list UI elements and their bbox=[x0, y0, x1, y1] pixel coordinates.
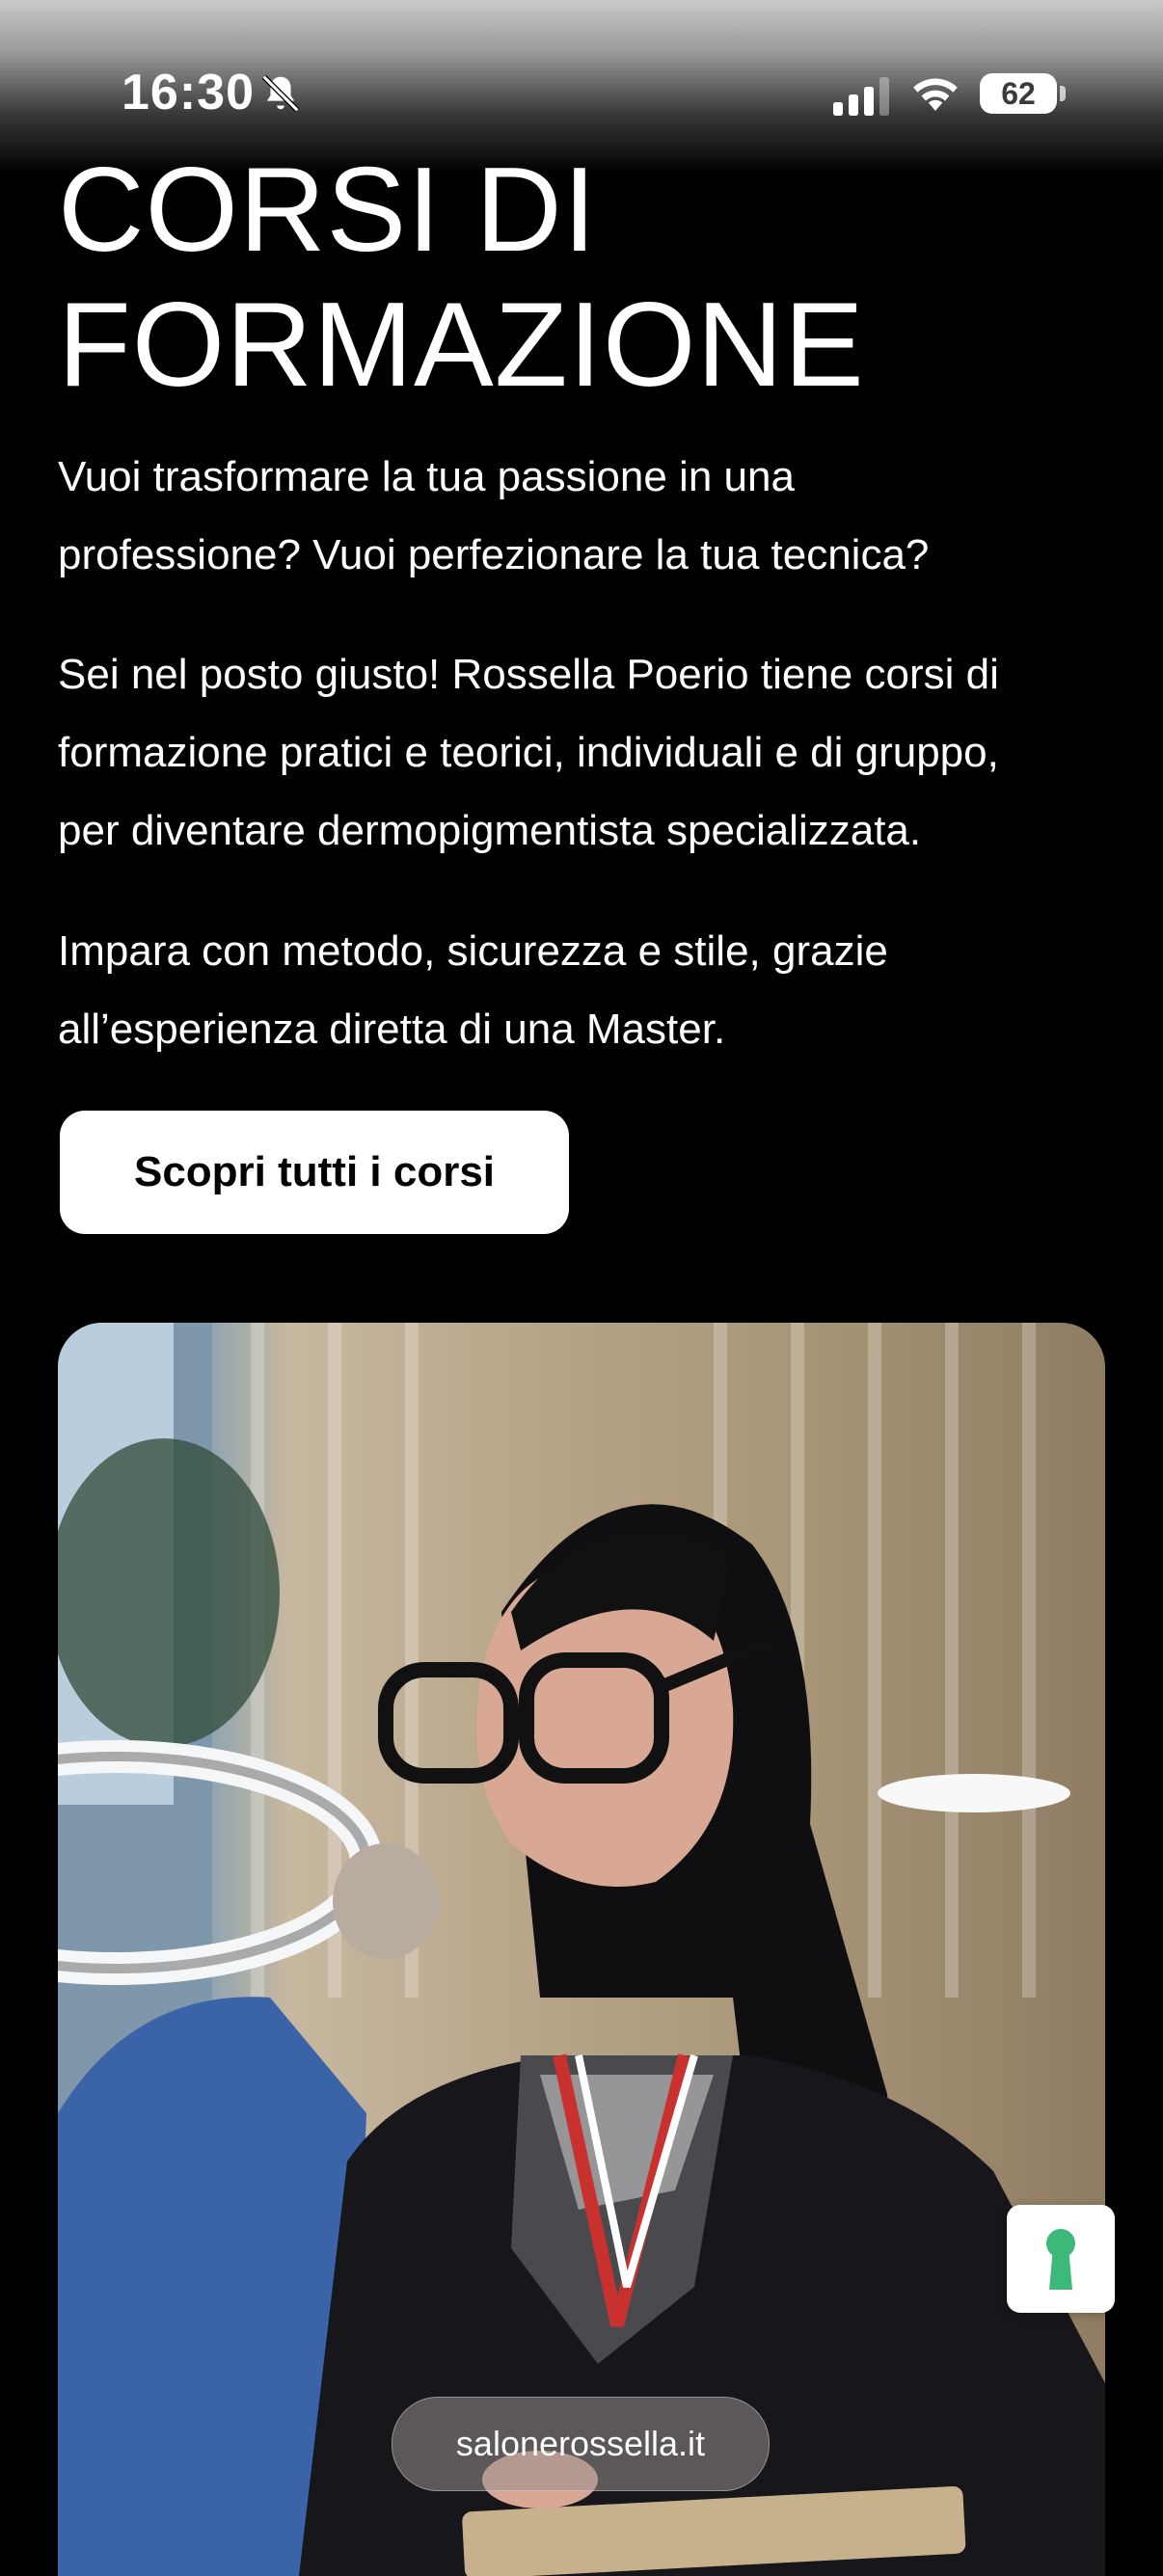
intro-paragraph: Vuoi trasformare la tua passione in una … bbox=[58, 438, 1119, 594]
instructor-photo bbox=[58, 1323, 1105, 2576]
status-time: 16:30 bbox=[122, 65, 255, 121]
privacy-badge-button[interactable] bbox=[1007, 2205, 1115, 2313]
photo-illustration bbox=[58, 1323, 1105, 2576]
battery-icon: 62 bbox=[980, 73, 1057, 114]
wifi-icon bbox=[913, 78, 958, 111]
paragraph-2-line-3: per diventare dermopigmentista specializ… bbox=[58, 807, 922, 854]
paragraph-2-line-2: formazione pratici e teorici, individual… bbox=[58, 729, 999, 776]
paragraph-3-line-1: Impara con metodo, sicurezza e stile, gr… bbox=[58, 927, 888, 975]
discover-courses-button[interactable]: Scopri tutti i corsi bbox=[60, 1111, 569, 1234]
title-line-2: FORMAZIONE bbox=[58, 279, 865, 412]
bell-slash-icon bbox=[261, 74, 300, 113]
page-title: CORSI DI FORMAZIONE bbox=[58, 143, 1119, 413]
description-paragraph: Sei nel posto giusto! Rossella Poerio ti… bbox=[58, 635, 1119, 870]
keyhole-icon bbox=[1046, 2229, 1075, 2290]
paragraph-1-line-1: Vuoi trasformare la tua passione in una bbox=[58, 453, 795, 500]
paragraph-3-line-2: all’esperienza diretta di una Master. bbox=[58, 1006, 726, 1053]
battery-cap bbox=[1060, 86, 1066, 101]
closing-paragraph: Impara con metodo, sicurezza e stile, gr… bbox=[58, 912, 1119, 1068]
title-line-1: CORSI DI bbox=[58, 144, 598, 277]
browser-url-bar[interactable]: salonerossella.it bbox=[392, 2397, 770, 2491]
paragraph-2-line-1: Sei nel posto giusto! Rossella Poerio ti… bbox=[58, 651, 999, 698]
status-bar: 16:30 62 bbox=[0, 0, 1163, 145]
paragraph-1-line-2: professione? Vuoi perfezionare la tua te… bbox=[58, 531, 930, 578]
cellular-signal-icon bbox=[833, 77, 889, 116]
